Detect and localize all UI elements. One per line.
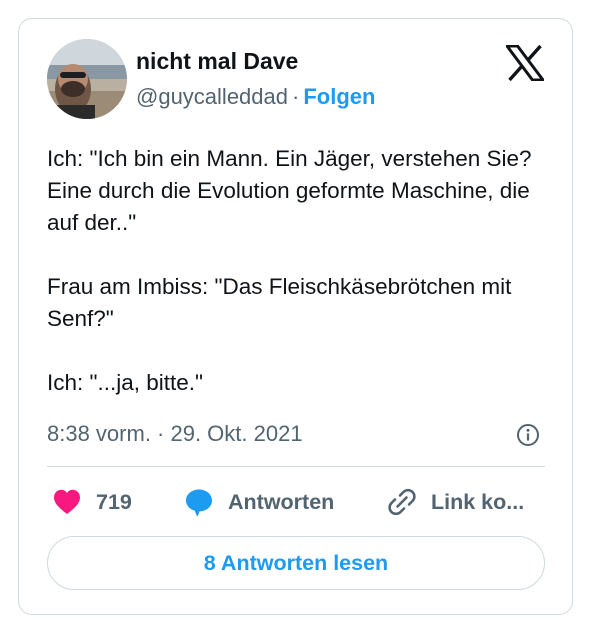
tweet-text: Ich: "Ich bin ein Mann. Ein Jäger, verst…	[47, 146, 532, 395]
read-replies-label: 8 Antworten lesen	[203, 550, 389, 575]
read-replies-button[interactable]: 8 Antworten lesen	[47, 536, 545, 590]
x-logo-icon[interactable]	[504, 44, 546, 82]
follow-button[interactable]: Folgen	[303, 84, 375, 109]
reply-label: Antworten	[228, 489, 335, 514]
embedded-tweet-card: nicht mal Dave @guycalleddad · Folgen Ich:…	[18, 18, 573, 615]
heart-icon	[52, 487, 82, 517]
copy-link-label: Link ko...	[431, 489, 525, 514]
author-handle[interactable]: @guycalleddad	[136, 84, 288, 109]
like-button[interactable]: 719	[52, 486, 132, 518]
copy-link-button[interactable]: Link ko...	[387, 486, 524, 518]
tweet-timestamp[interactable]: 8:38 vorm. · 29. Okt. 2021	[47, 419, 303, 449]
divider	[47, 466, 545, 467]
avatar[interactable]	[47, 39, 127, 119]
reply-button[interactable]: Antworten	[184, 486, 334, 518]
separator-dot: ·	[292, 84, 300, 109]
info-icon[interactable]	[516, 423, 540, 447]
link-icon	[387, 487, 417, 517]
author-handle-row: @guycalleddad · Folgen	[136, 83, 375, 111]
author-display-name[interactable]: nicht mal Dave	[136, 47, 298, 75]
speech-bubble-icon	[184, 487, 214, 517]
like-count: 719	[96, 489, 132, 514]
